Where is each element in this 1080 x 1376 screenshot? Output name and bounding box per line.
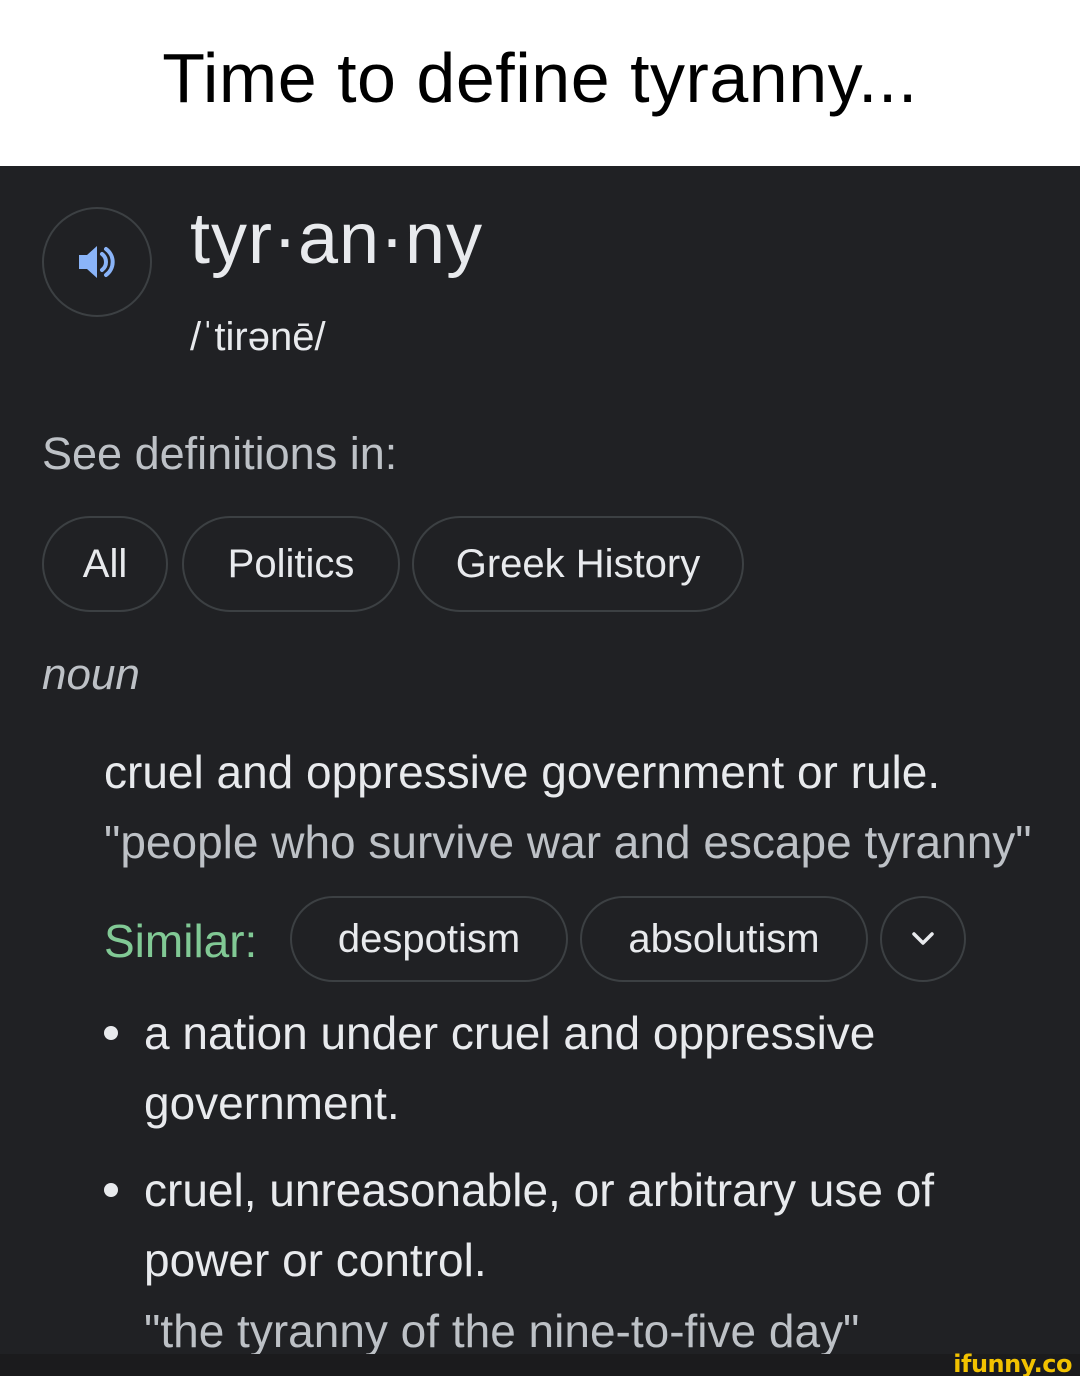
similar-label: Similar: (104, 915, 258, 967)
phonetic-spelling: /ˈtirənē/ (190, 315, 326, 359)
similar-chip-absolutism[interactable]: absolutism (580, 896, 868, 982)
see-definitions-label: See definitions in: (42, 428, 398, 479)
chip-all[interactable]: All (42, 516, 168, 612)
speaker-icon (79, 246, 115, 278)
sub-definition-text: cruel, unreasonable, or arbitrary use of… (144, 1164, 935, 1286)
chip-greek-history[interactable]: Greek History (412, 516, 744, 612)
chip-label: Greek History (455, 541, 701, 586)
meme-caption: Time to define tyranny... (0, 0, 1080, 166)
bullet-icon (104, 1026, 118, 1040)
sub-definition-text: a nation under cruel and oppressive gove… (144, 1007, 876, 1129)
part-of-speech: noun (42, 650, 140, 699)
sub-definition-example: "the tyranny of the nine-to-five day" (144, 1305, 860, 1357)
bullet-icon (104, 1183, 118, 1197)
expand-similar-button[interactable] (880, 896, 966, 982)
chevron-down-icon (912, 932, 934, 945)
chip-label: Politics (227, 541, 355, 586)
similar-chip-despotism[interactable]: despotism (290, 896, 568, 982)
ifunny-watermark: ifunny.co (953, 1350, 1072, 1376)
caption-text: Time to define tyranny... (162, 39, 918, 117)
chip-politics[interactable]: Politics (182, 516, 400, 612)
chip-label: All (82, 541, 128, 586)
headword: tyr·an·ny (190, 199, 484, 279)
definition-example: "people who survive war and escape tyran… (104, 816, 1032, 868)
pronunciation-speaker-button[interactable] (42, 207, 152, 317)
similar-chip-label: despotism (337, 916, 521, 961)
footer-bar (0, 1354, 1080, 1376)
similar-chip-label: absolutism (628, 916, 820, 961)
definition-text: cruel and oppressive government or rule. (104, 746, 941, 798)
